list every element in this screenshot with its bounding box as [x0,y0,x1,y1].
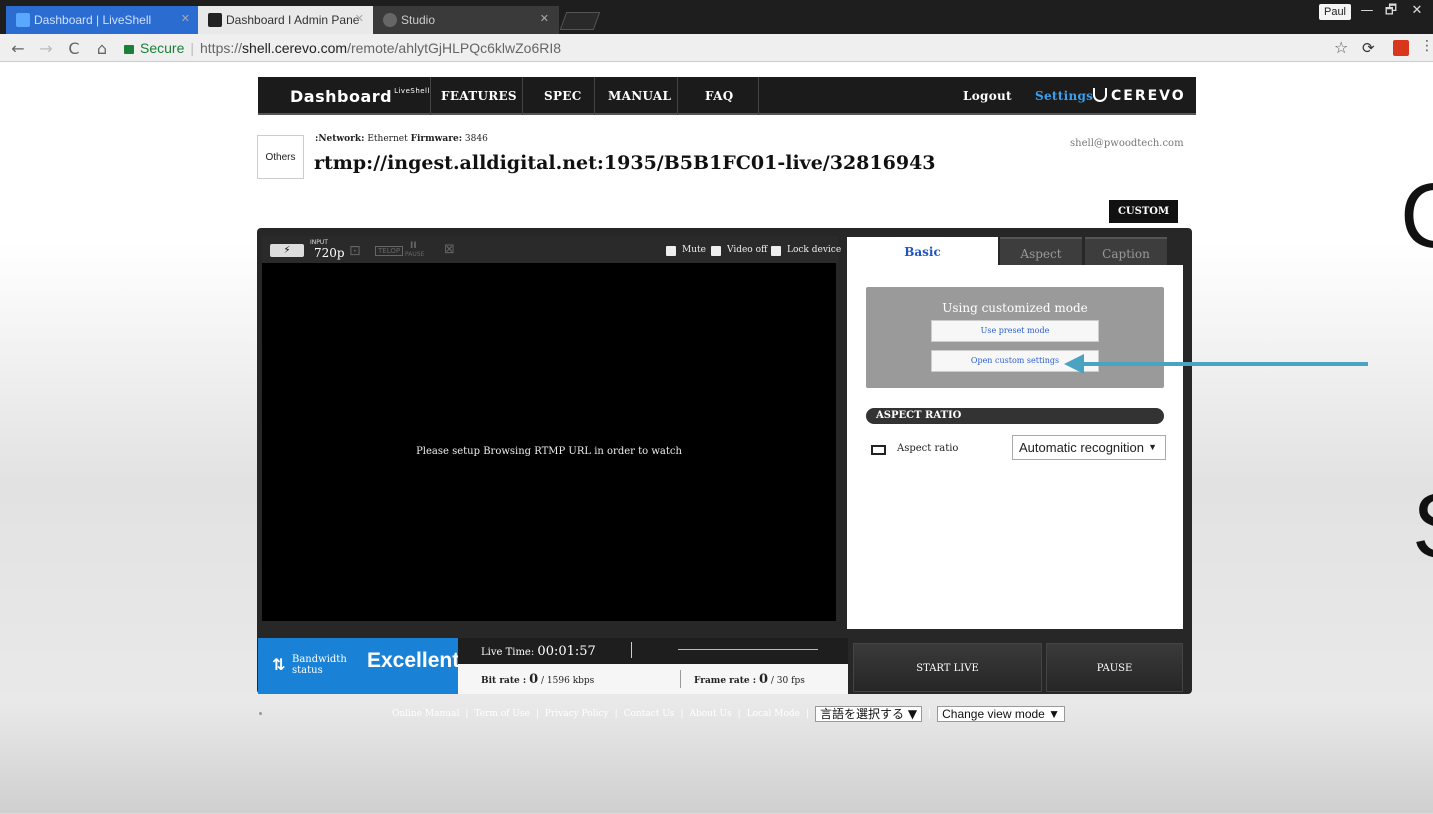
browser-tab-strip: Dashboard | LiveShell ✕ Dashboard I Admi… [0,0,1433,34]
rtmp-url: rtmp://ingest.alldigital.net:1935/B5B1FC… [314,152,936,174]
extension-icon[interactable] [1393,40,1409,56]
reload-icon[interactable]: C [64,39,84,58]
close-window-button[interactable]: ✕ [1406,2,1428,20]
tab-close-icon[interactable]: ✕ [540,12,549,25]
aspect-ratio-header: ASPECT RATIO [866,408,1164,424]
lock-icon[interactable]: ⊡ [349,243,361,259]
video-message: Please setup Browsing RTMP URL in order … [416,446,682,457]
liveshell-favicon-icon [16,13,30,27]
tab-dashboard-liveshell[interactable]: Dashboard | LiveShell ✕ [6,6,200,34]
network-info: :Network: Ethernet Firmware: 3846 [315,134,488,144]
forward-icon[interactable]: → [36,39,56,58]
url-path: /remote/ahlytGjHLPQc6klwZo6RI8 [347,40,562,56]
new-tab-button[interactable] [559,12,601,30]
mute-label: Mute [682,245,706,255]
tab-title: Dashboard I Admin Pane [226,13,360,27]
annotation-arrow-line [1080,362,1368,366]
language-select[interactable]: 言語を選択する ▼ [815,706,923,722]
pause-label: PAUSE [405,251,425,258]
video-preview [262,263,836,621]
tab-admin-panel[interactable]: Dashboard I Admin Pane ✕ [198,6,374,34]
browser-menu-icon[interactable]: ⋮ [1420,38,1433,54]
others-button[interactable]: Others [257,135,304,179]
slide-glyph-s: S [1412,480,1433,572]
url-field[interactable]: Secure | https://shell.cerevo.com/remote… [118,37,1408,59]
lock-icon [124,44,134,54]
account-email: shell@pwoodtech.com [1070,138,1184,149]
network-off-icon[interactable]: ⊠ [444,242,455,257]
bandwidth-arrows-icon: ⇅ [272,655,286,674]
nav-features[interactable]: FEATURES [441,77,517,115]
tab-aspect[interactable]: Aspect [1000,237,1082,265]
settings-link[interactable]: Settings [1035,77,1093,115]
site-nav: Dashboard LiveShell FEATURES SPEC MANUAL … [258,77,1196,115]
live-time: Live Time: 00:01:57 [481,644,596,659]
bit-rate: Bit rate : 0 / 1596 kbps [481,672,595,687]
profile-button[interactable]: Paul [1319,4,1351,20]
footer-link-about[interactable]: About Us [689,709,731,719]
extension-sync-icon[interactable]: ⟳ [1362,39,1375,57]
aspect-ratio-label: Aspect ratio [897,443,959,454]
video-off-checkbox[interactable] [711,246,721,256]
dropdown-caret-icon: ▼ [1148,442,1157,452]
pause-button[interactable]: PAUSE [1046,643,1183,692]
admin-favicon-icon [208,13,222,27]
cerevo-mark-icon [1093,88,1107,102]
tab-title: Studio [401,13,436,27]
home-icon[interactable]: ⌂ [92,39,112,58]
aspect-ratio-icon [871,445,886,455]
annotation-arrow-icon [1064,354,1084,374]
pause-bars-icon[interactable]: II [410,241,417,251]
use-preset-mode-button[interactable]: Use preset mode [931,320,1099,342]
tab-close-icon[interactable]: ✕ [181,12,190,25]
url-scheme: https:// [200,40,243,56]
tab-basic[interactable]: Basic [847,237,998,265]
nav-spec[interactable]: SPEC [544,77,582,115]
bandwidth-value: Excellent [367,649,460,672]
bookmark-star-icon[interactable]: ☆ [1334,38,1348,57]
view-mode-select[interactable]: Change view mode ▼ [937,706,1066,722]
aspect-ratio-select[interactable]: Automatic recognition ▼ [1012,435,1166,460]
lock-device-label: Lock device [787,245,842,255]
tab-close-icon[interactable]: ✕ [355,12,364,25]
footer-link-terms[interactable]: Term of Use [474,709,529,719]
tab-title: Dashboard | LiveShell [34,13,152,27]
footer-link-online-manual[interactable]: Online Manual [392,709,459,719]
mode-title: Using customized mode [942,301,1088,315]
cerevo-logo: CEREVO [1093,88,1186,104]
input-label: INPUT [310,239,328,246]
live-progress-line [678,649,818,650]
dashboard-logo[interactable]: Dashboard LiveShell [290,87,430,106]
bandwidth-label: Bandwidth status [292,654,347,676]
tab-studio[interactable]: Studio ✕ [373,6,559,34]
url-host: shell.cerevo.com [242,40,348,56]
minimize-button[interactable]: — [1356,2,1378,20]
custom-mode-button[interactable]: CUSTOM [1109,200,1178,223]
footer-link-contact[interactable]: Contact Us [624,709,675,719]
nav-manual[interactable]: MANUAL [608,77,671,115]
power-icon: ⚡ [270,244,304,257]
secure-label: Secure [140,40,185,56]
logout-link[interactable]: Logout [963,77,1012,115]
tab-caption[interactable]: Caption [1085,237,1167,265]
back-icon[interactable]: ← [8,39,28,58]
footer: Online Manual | Term of Use | Privacy Poli… [392,706,1066,722]
footer-link-privacy[interactable]: Privacy Policy [545,709,609,719]
footer-link-local-mode[interactable]: Local Mode [747,709,800,719]
address-bar: ← → C ⌂ Secure | https://shell.cerevo.co… [0,34,1433,62]
telop-icon[interactable]: TELOP [375,246,404,256]
nav-faq[interactable]: FAQ [705,77,733,115]
footer-bullet [259,712,262,715]
resolution-value: 720p [314,246,345,260]
restore-button[interactable]: 🗗 [1380,2,1402,20]
mute-checkbox[interactable] [666,246,676,256]
lock-device-checkbox[interactable] [771,246,781,256]
slide-glyph-c: C [1400,170,1433,262]
start-live-button[interactable]: START LIVE [853,643,1042,692]
frame-rate: Frame rate : 0 / 30 fps [694,672,805,687]
video-off-label: Video off [727,245,768,255]
studio-favicon-icon [383,13,397,27]
